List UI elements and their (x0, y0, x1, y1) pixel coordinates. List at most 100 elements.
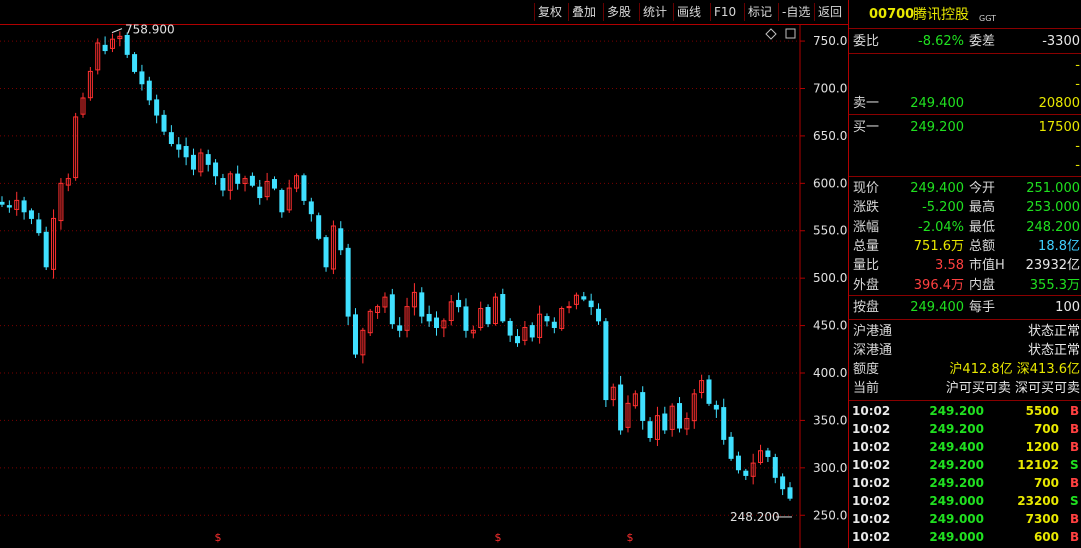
candle-body (463, 306, 469, 331)
stat-value: 396.4万 (913, 277, 964, 293)
candle-body (301, 175, 307, 201)
candle-body (618, 384, 624, 431)
y-tick-label: 400.0 (813, 366, 847, 380)
candle-body (43, 231, 49, 268)
statistics-button[interactable]: 统计 (639, 3, 670, 21)
sh-connect-label: 沪港通 (853, 324, 893, 339)
level-volume: - (1075, 158, 1080, 173)
stat-value-2: 251.000 (1026, 181, 1080, 196)
tick-time: 10:02 (852, 404, 891, 418)
remove-watchlist-button[interactable]: -自选 (778, 3, 813, 21)
level-price: 249.200 (910, 120, 964, 135)
tick-row: 10:02 249.400 1200 B (849, 438, 1081, 456)
candle-body (713, 404, 719, 410)
buy-level-row: - (849, 137, 1081, 156)
current-label: 当前 (853, 381, 880, 396)
candle-body (323, 237, 329, 268)
candle-body (647, 421, 653, 438)
candle-body (183, 146, 189, 158)
stat-value: -5.200 (922, 200, 964, 216)
mark-button[interactable]: 标记 (744, 3, 775, 21)
candle-body (721, 407, 727, 440)
candle-body (168, 132, 174, 144)
draw-line-button[interactable]: 画线 (673, 3, 704, 21)
buy-level-row: 买一 249.200 17500 (849, 118, 1081, 137)
hk-connect-sz-row: 深港通 状态正常 (849, 341, 1081, 360)
stat-label-2: 内盘 (969, 277, 996, 293)
tick-time: 10:02 (852, 440, 891, 454)
level-volume: - (1075, 77, 1080, 92)
tick-volume: 5500 (1025, 404, 1059, 418)
stat-label: 外盘 (853, 277, 880, 293)
diamond-icon[interactable] (765, 28, 777, 40)
tick-row: 10:02 249.200 12102 S (849, 456, 1081, 474)
dividend-marker: $ (495, 531, 502, 544)
candle-body (176, 144, 182, 150)
stat-label-2: 最低 (969, 219, 996, 235)
tick-side: S (1070, 494, 1079, 508)
candle-body (728, 436, 734, 459)
candle-body (205, 154, 211, 165)
stock-name: 腾讯控股 (913, 7, 969, 23)
square-icon[interactable] (785, 28, 796, 39)
level-label: 卖一 (853, 96, 880, 111)
candle-body (706, 379, 712, 404)
lot-value: 100 (1055, 300, 1080, 315)
tick-time: 10:02 (852, 458, 891, 472)
tick-price: 249.000 (929, 512, 984, 526)
current-row: 当前 沪可买可卖 深可买可卖 (849, 379, 1081, 398)
candle-body (36, 219, 42, 234)
tick-volume: 7300 (1025, 512, 1059, 526)
candle-body (257, 186, 263, 199)
high-pointer (111, 28, 123, 34)
candle-body (338, 228, 344, 251)
tick-price: 249.200 (929, 458, 984, 472)
stat-value-2: 23932亿 (1025, 258, 1080, 274)
candle-body (389, 294, 395, 325)
candle-body (249, 175, 255, 186)
tick-row: 10:02 249.200 700 B (849, 420, 1081, 438)
tick-side: B (1070, 476, 1080, 490)
dividend-marker: $ (627, 531, 634, 544)
overlay-button[interactable]: 叠加 (568, 3, 599, 21)
stat-value: 751.6万 (913, 238, 964, 254)
candle-body (426, 313, 432, 322)
candle-body (566, 306, 572, 309)
weibi-row: 委比 -8.62% 委差 -3300 (849, 32, 1081, 51)
f10-button[interactable]: F10 (710, 3, 739, 21)
multi-stock-button[interactable]: 多股 (603, 3, 634, 21)
candle-body (345, 247, 351, 317)
stock-code: 00700 (869, 7, 915, 22)
y-tick-label: 300.0 (813, 461, 847, 475)
candle-body (352, 314, 358, 355)
stat-label-2: 市值H (969, 258, 1005, 274)
weibi-value: -8.62% (918, 34, 964, 49)
candle-body (544, 316, 550, 322)
stat-label-2: 今开 (969, 181, 996, 196)
candle-body (515, 336, 521, 344)
tick-row: 10:02 249.200 700 B (849, 474, 1081, 492)
lot-label: 每手 (969, 300, 996, 315)
tick-time: 10:02 (852, 494, 891, 508)
sz-connect-label: 深港通 (853, 343, 893, 358)
tick-volume: 23200 (1017, 494, 1059, 508)
tick-side: B (1070, 422, 1080, 436)
y-tick-label: 550.0 (813, 224, 847, 238)
restore-rights-button[interactable]: 复权 (534, 3, 565, 21)
candle-body (154, 99, 160, 116)
back-button[interactable]: 返回 (814, 3, 845, 21)
candle-body (640, 392, 646, 421)
kline-chart[interactable]: 750.0 700.0 650.0 600.0 550.0 500.0 450.0 400.0… (0, 24, 848, 548)
candle-body (596, 308, 602, 322)
stat-row: 现价 249.400 今开 251.000 (849, 179, 1081, 198)
weibi-label: 委比 (853, 34, 880, 49)
quota-value: 沪412.8亿 深413.6亿 (949, 362, 1080, 377)
stat-label: 现价 (853, 181, 880, 196)
stat-row: 总量 751.6万 总额 18.8亿 (849, 237, 1081, 256)
candle-body (161, 114, 167, 132)
tick-price: 249.000 (929, 530, 984, 544)
candle-body (0, 201, 5, 205)
stat-label: 量比 (853, 258, 880, 274)
chart-toolbar: 复权 叠加 多股 统计 画线 F10 标记 -自选 返回 (0, 0, 848, 25)
stat-row: 外盘 396.4万 内盘 355.3万 (849, 276, 1081, 295)
